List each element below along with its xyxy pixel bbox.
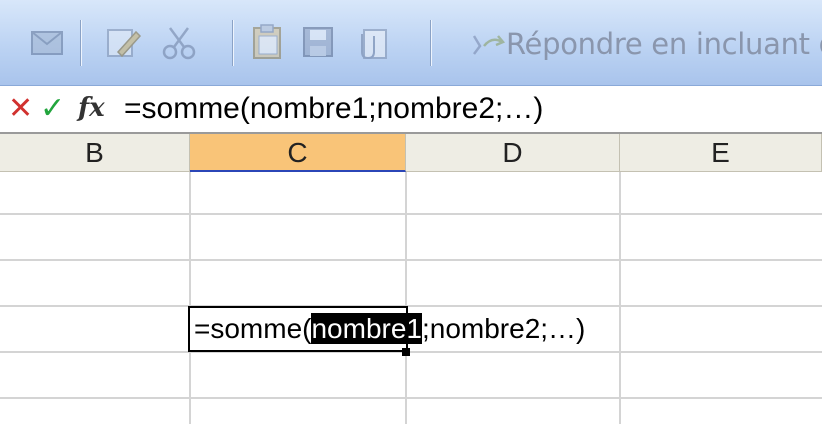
email-icon[interactable] xyxy=(28,22,66,62)
formula-suffix: ;nombre2;…) xyxy=(421,313,586,344)
column-headers: B C D E xyxy=(0,134,822,172)
toolbar-separator xyxy=(232,20,234,66)
column-header-b[interactable]: B xyxy=(0,134,190,172)
formula-prefix: =somme( xyxy=(194,313,312,344)
column-header-c[interactable]: C xyxy=(190,134,406,172)
cell-grid[interactable] xyxy=(0,172,822,424)
fill-handle[interactable] xyxy=(402,348,410,356)
enter-icon[interactable]: ✓ xyxy=(40,92,65,126)
insert-function-icon[interactable]: fx xyxy=(78,92,105,124)
column-divider xyxy=(405,172,407,424)
cut-icon[interactable] xyxy=(160,22,198,62)
column-divider xyxy=(619,172,621,424)
row-divider xyxy=(0,259,822,261)
cancel-icon[interactable]: ✕ xyxy=(8,92,33,126)
row-divider xyxy=(0,351,822,353)
column-divider xyxy=(189,172,191,424)
reply-with-history-button[interactable]: Répondre en incluant des xyxy=(506,27,822,61)
toolbar: Répondre en incluant des xyxy=(0,0,822,86)
spreadsheet-window: Répondre en incluant des ✕ ✓ fx =somme(n… xyxy=(0,0,822,424)
attachment-icon[interactable] xyxy=(354,22,392,62)
formula-bar: ✕ ✓ fx =somme(nombre1;nombre2;…) xyxy=(0,86,822,134)
save-icon[interactable] xyxy=(300,22,338,62)
reply-icon[interactable] xyxy=(470,32,508,58)
row-divider xyxy=(0,397,822,399)
selected-argument[interactable]: nombre1 xyxy=(311,313,422,344)
column-header-d[interactable]: D xyxy=(406,134,620,172)
row-divider xyxy=(0,305,822,307)
column-header-e[interactable]: E xyxy=(620,134,822,172)
edit-icon[interactable] xyxy=(104,22,142,62)
row-divider xyxy=(0,213,822,215)
formula-input[interactable]: =somme(nombre1;nombre2;…) xyxy=(124,92,543,126)
clipboard-icon[interactable] xyxy=(248,22,286,62)
toolbar-separator xyxy=(430,20,432,66)
toolbar-separator xyxy=(80,20,82,66)
cell-editor-text[interactable]: =somme(nombre1;nombre2;…) xyxy=(194,312,585,346)
